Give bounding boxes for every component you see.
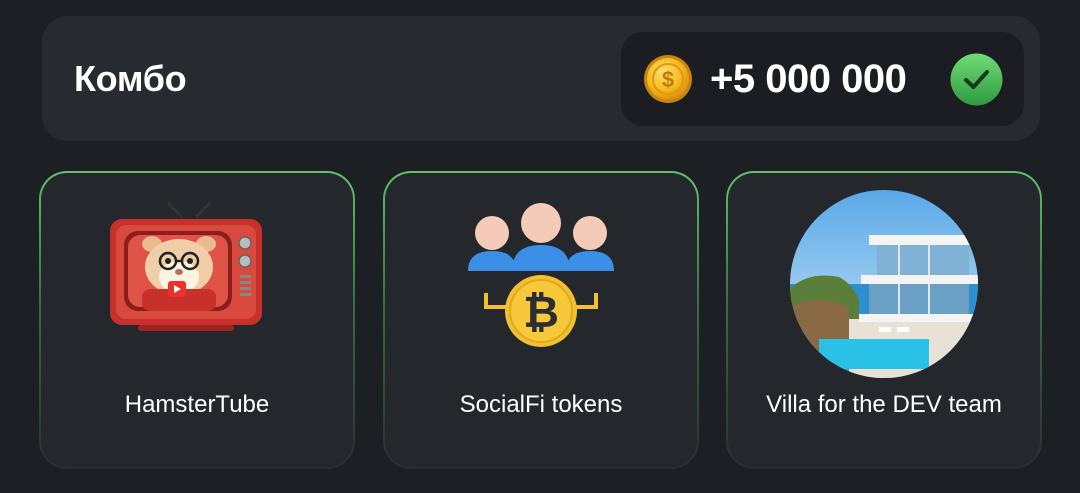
socialfi-bitcoin-image: ₿ xyxy=(468,203,614,347)
combo-title: Комбо xyxy=(74,57,187,99)
combo-card-villa[interactable]: Villa for the DEV team xyxy=(726,171,1042,469)
svg-text:$: $ xyxy=(662,67,674,92)
combo-header: Комбо $ +5 000 000 xyxy=(42,16,1040,141)
combo-card-label: HamsterTube xyxy=(124,391,270,418)
combo-card-socialfi[interactable]: ₿ SocialFi tokens xyxy=(383,171,699,469)
svg-text:₿: ₿ xyxy=(523,288,559,337)
combo-card-hamstertube[interactable]: HamsterTube xyxy=(39,171,355,469)
combo-card-label: SocialFi tokens xyxy=(459,391,623,418)
villa-image xyxy=(790,190,978,378)
combo-card-label: Villa for the DEV team xyxy=(766,391,1002,418)
check-icon xyxy=(950,53,1003,106)
combo-reward-pill: $ +5 000 000 xyxy=(621,32,1024,126)
hamster-tv-image xyxy=(110,201,262,331)
coin-icon: $ xyxy=(644,55,692,103)
combo-reward-amount: +5 000 000 xyxy=(710,56,907,101)
